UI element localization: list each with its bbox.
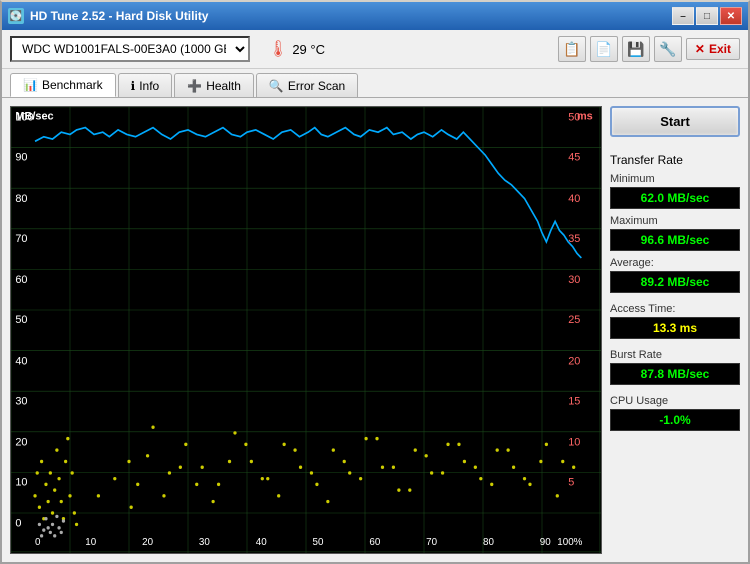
tab-info-label: Info <box>139 79 159 93</box>
average-label: Average: <box>610 257 740 269</box>
svg-text:45: 45 <box>568 152 580 164</box>
svg-text:20: 20 <box>142 537 153 548</box>
save-icon-btn[interactable]: 💾 <box>622 36 650 62</box>
svg-text:60: 60 <box>369 537 380 548</box>
copy2-icon-btn[interactable]: 📄 <box>590 36 618 62</box>
svg-text:0: 0 <box>35 537 41 548</box>
titlebar-left: 💽 HD Tune 2.52 - Hard Disk Utility <box>8 8 208 24</box>
svg-text:0: 0 <box>15 517 21 529</box>
stats-section: Transfer Rate Minimum 62.0 MB/sec Maximu… <box>610 149 740 431</box>
chart-svg: 100 90 80 70 60 50 40 30 20 10 0 MB/sec … <box>11 107 601 553</box>
svg-text:40: 40 <box>256 537 267 548</box>
tab-info[interactable]: ℹ Info <box>118 73 173 97</box>
minimum-label: Minimum <box>610 173 740 185</box>
titlebar-buttons: – □ ✕ <box>672 7 742 25</box>
maximum-label: Maximum <box>610 215 740 227</box>
svg-text:100%: 100% <box>557 537 582 548</box>
svg-text:ms: ms <box>577 110 593 122</box>
benchmark-tab-icon: 📊 <box>23 78 38 92</box>
info-icon-btn[interactable]: 🔧 <box>654 36 682 62</box>
benchmark-sidebar: Start Transfer Rate Minimum 62.0 MB/sec … <box>610 106 740 554</box>
temperature-display: 🌡 29 °C <box>268 39 325 59</box>
app-icon: 💽 <box>8 8 24 24</box>
copy-icon-btn[interactable]: 📋 <box>558 36 586 62</box>
toolbar-icons: 📋 📄 💾 🔧 ✕ Exit <box>558 36 740 62</box>
svg-text:10: 10 <box>15 476 27 488</box>
close-button[interactable]: ✕ <box>720 7 742 25</box>
tab-health-label: Health <box>206 79 241 93</box>
cpu-usage-label: CPU Usage <box>610 395 740 407</box>
svg-text:50: 50 <box>313 537 324 548</box>
svg-text:20: 20 <box>15 436 27 448</box>
svg-text:30: 30 <box>568 274 580 286</box>
burst-rate-value: 87.8 MB/sec <box>610 363 740 385</box>
transfer-rate-label: Transfer Rate <box>610 153 740 167</box>
svg-text:20: 20 <box>568 355 580 367</box>
titlebar: 💽 HD Tune 2.52 - Hard Disk Utility – □ ✕ <box>2 2 748 30</box>
info-tab-icon: ℹ <box>131 79 136 93</box>
svg-text:70: 70 <box>426 537 437 548</box>
tab-health[interactable]: ➕ Health <box>174 73 254 97</box>
content-area: 100 90 80 70 60 50 40 30 20 10 0 MB/sec … <box>2 97 748 562</box>
x-icon: ✕ <box>695 42 705 56</box>
window-title: HD Tune 2.52 - Hard Disk Utility <box>30 9 208 23</box>
cpu-usage-value: -1.0% <box>610 409 740 431</box>
svg-text:80: 80 <box>15 193 27 205</box>
tab-error-scan-label: Error Scan <box>288 79 345 93</box>
start-button[interactable]: Start <box>610 106 740 137</box>
temperature-value: 29 °C <box>292 42 325 57</box>
maximum-value: 96.6 MB/sec <box>610 229 740 251</box>
svg-text:10: 10 <box>568 436 580 448</box>
access-time-value: 13.3 ms <box>610 317 740 339</box>
svg-text:60: 60 <box>15 274 27 286</box>
svg-text:80: 80 <box>483 537 494 548</box>
svg-text:30: 30 <box>15 395 27 407</box>
svg-text:25: 25 <box>568 314 580 326</box>
average-value: 89.2 MB/sec <box>610 271 740 293</box>
svg-text:90: 90 <box>15 152 27 164</box>
svg-text:5: 5 <box>568 476 574 488</box>
exit-button[interactable]: ✕ Exit <box>686 38 740 60</box>
svg-text:15: 15 <box>568 395 580 407</box>
svg-text:30: 30 <box>199 537 210 548</box>
tabs-bar: 📊 Benchmark ℹ Info ➕ Health 🔍 Error Scan <box>2 69 748 97</box>
minimize-button[interactable]: – <box>672 7 694 25</box>
maximize-button[interactable]: □ <box>696 7 718 25</box>
svg-text:40: 40 <box>15 355 27 367</box>
health-tab-icon: ➕ <box>187 79 202 93</box>
main-window: 💽 HD Tune 2.52 - Hard Disk Utility – □ ✕… <box>0 0 750 564</box>
svg-text:10: 10 <box>85 537 96 548</box>
minimum-value: 62.0 MB/sec <box>610 187 740 209</box>
exit-label: Exit <box>709 42 731 56</box>
svg-text:MB/sec: MB/sec <box>15 110 53 122</box>
svg-text:50: 50 <box>15 314 27 326</box>
toolbar: WDC WD1001FALS-00E3A0 (1000 GB) 🌡 29 °C … <box>2 30 748 69</box>
tab-benchmark-label: Benchmark <box>42 78 103 92</box>
tab-benchmark[interactable]: 📊 Benchmark <box>10 73 116 97</box>
svg-text:70: 70 <box>15 233 27 245</box>
svg-text:40: 40 <box>568 193 580 205</box>
tab-error-scan[interactable]: 🔍 Error Scan <box>256 73 358 97</box>
burst-rate-label: Burst Rate <box>610 349 740 361</box>
error-scan-tab-icon: 🔍 <box>269 79 284 93</box>
access-time-label: Access Time: <box>610 303 740 315</box>
benchmark-chart: 100 90 80 70 60 50 40 30 20 10 0 MB/sec … <box>10 106 602 554</box>
drive-select[interactable]: WDC WD1001FALS-00E3A0 (1000 GB) <box>10 36 250 62</box>
svg-text:90: 90 <box>540 537 551 548</box>
thermometer-icon: 🌡 <box>268 39 288 59</box>
